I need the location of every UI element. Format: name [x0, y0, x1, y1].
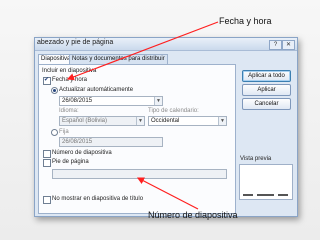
- arrow-to-date-time: [66, 21, 219, 81]
- callout-arrows: [66, 21, 219, 210]
- arrow-to-slide-number: [136, 177, 199, 210]
